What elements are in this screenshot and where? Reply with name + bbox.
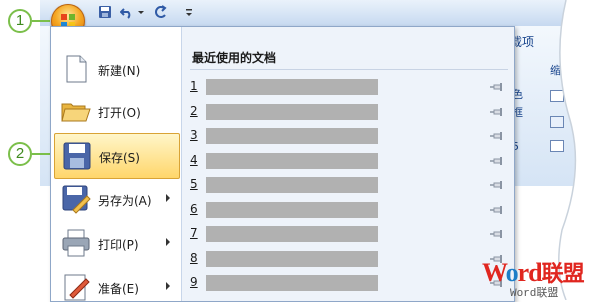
submenu-arrow-icon (166, 238, 170, 246)
open-folder-icon (61, 103, 91, 122)
recent-document-number: 4 (190, 152, 198, 167)
recent-document-number: 8 (190, 250, 198, 265)
page-curl-decoration (558, 0, 595, 300)
menu-item-print[interactable]: 打印(P) (54, 221, 178, 265)
menu-item-label: 另存为(A) (98, 194, 152, 208)
menu-item-label: 打开(O) (98, 106, 141, 120)
printer-icon (62, 229, 90, 257)
recent-document-number: 6 (190, 201, 198, 216)
save-icon[interactable] (98, 4, 112, 20)
office-menu: 新建(N) 打开(O) 保存(S) 另存为(A) 打印(P) 准备(E) 最近使… (50, 26, 515, 302)
recent-document-item[interactable]: 8 (190, 249, 510, 269)
recent-document-name-redacted (206, 128, 378, 144)
undo-dropdown-icon[interactable] (137, 4, 145, 20)
undo-icon[interactable] (120, 4, 134, 20)
recent-document-number: 5 (190, 177, 198, 191)
menu-item-open[interactable]: 打开(O) (54, 89, 178, 133)
menu-item-save[interactable]: 保存(S) (54, 133, 180, 179)
save-as-icon (62, 185, 91, 214)
pin-icon[interactable] (490, 156, 504, 166)
menu-item-new[interactable]: 新建(N) (54, 47, 178, 91)
redo-icon[interactable] (154, 4, 168, 20)
recent-document-item[interactable]: 7 (190, 224, 510, 244)
recent-document-number: 3 (190, 128, 198, 142)
recent-document-item[interactable]: 6 (190, 200, 510, 220)
recent-document-item[interactable]: 1 (190, 77, 510, 97)
menu-item-label: 保存(S) (99, 151, 140, 165)
callout-line-1 (32, 20, 50, 22)
recent-document-item[interactable]: 3 (190, 126, 510, 146)
pin-icon[interactable] (490, 107, 504, 117)
recent-document-number: 1 (190, 79, 198, 93)
callout-step-1: 1 (8, 9, 32, 33)
recent-document-number: 9 (190, 275, 198, 289)
new-document-icon (66, 55, 87, 83)
recent-document-number: 2 (190, 103, 198, 118)
prepare-icon (64, 274, 90, 301)
pin-icon[interactable] (490, 229, 504, 239)
recent-document-number: 7 (190, 226, 198, 240)
recent-document-name-redacted (206, 177, 378, 193)
recent-document-name-redacted (206, 275, 378, 291)
submenu-arrow-icon (166, 282, 170, 290)
watermark-url: Word联盟 (510, 288, 559, 300)
recent-documents-pane: 最近使用的文档 1 2 3 4 5 6 7 8 9 (181, 27, 514, 301)
save-disk-icon (63, 142, 91, 170)
customize-toolbar-icon[interactable] (184, 4, 194, 20)
menu-item-save-as[interactable]: 另存为(A) (54, 177, 178, 221)
menu-item-prepare[interactable]: 准备(E) (54, 265, 178, 301)
menu-item-label: 新建(N) (98, 64, 141, 78)
menu-commands-pane: 新建(N) 打开(O) 保存(S) 另存为(A) 打印(P) 准备(E) (51, 27, 180, 301)
pin-icon[interactable] (490, 205, 504, 215)
recent-document-name-redacted (206, 79, 378, 95)
recent-document-name-redacted (206, 152, 378, 169)
callout-step-2: 2 (8, 142, 32, 166)
pin-icon[interactable] (490, 131, 504, 141)
divider (190, 69, 508, 70)
submenu-arrow-icon (166, 194, 170, 202)
recent-documents-title: 最近使用的文档 (192, 51, 277, 65)
recent-document-item[interactable]: 2 (190, 102, 510, 122)
recent-document-name-redacted (206, 103, 378, 120)
recent-document-name-redacted (206, 250, 378, 267)
recent-document-name-redacted (206, 226, 378, 242)
recent-document-item[interactable]: 5 (190, 175, 510, 195)
menu-item-label: 准备(E) (98, 282, 139, 296)
recent-document-item[interactable]: 9 (190, 273, 510, 293)
pin-icon[interactable] (490, 82, 504, 92)
menu-item-label: 打印(P) (98, 238, 139, 252)
pin-icon[interactable] (490, 180, 504, 190)
recent-document-name-redacted (206, 201, 378, 218)
recent-document-item[interactable]: 4 (190, 151, 510, 171)
